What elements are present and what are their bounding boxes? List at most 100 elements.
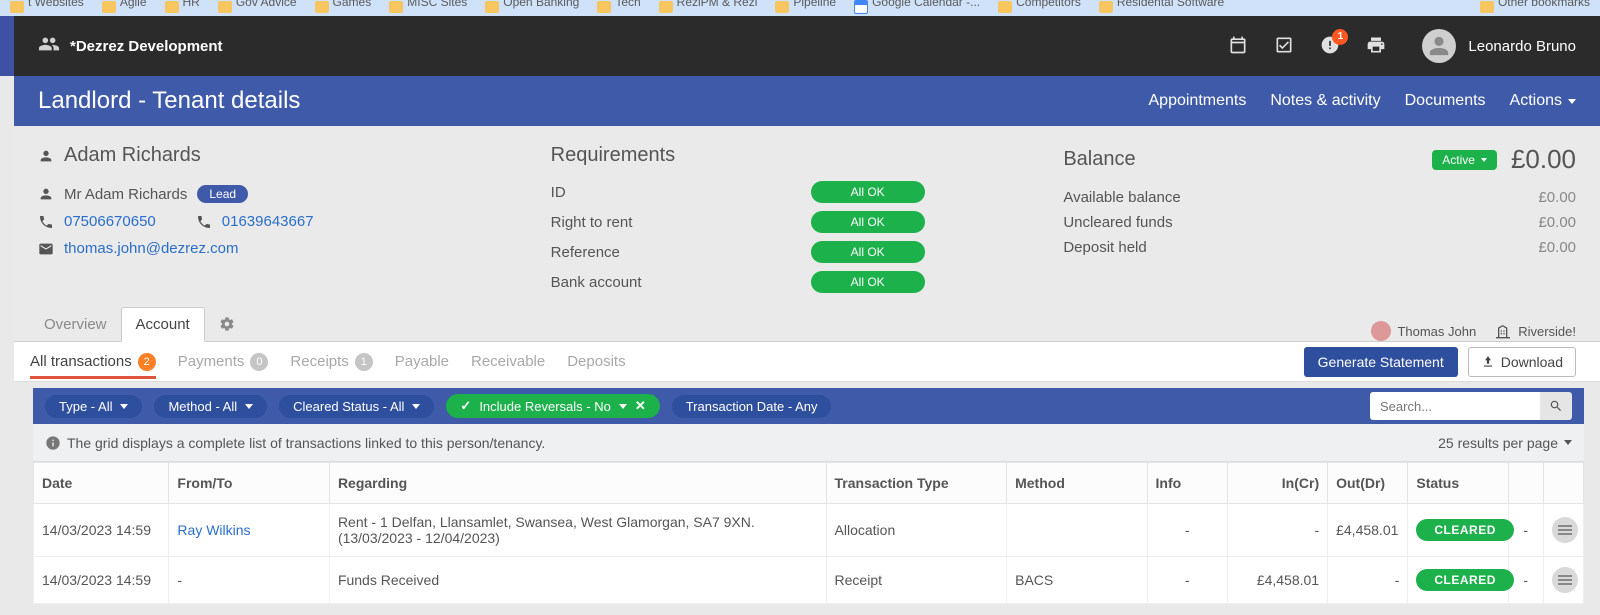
th-regarding[interactable]: Regarding: [329, 463, 826, 504]
balance-title: Balance: [1063, 148, 1432, 171]
page-title: Landlord - Tenant details: [38, 87, 300, 115]
folder-icon: [10, 1, 24, 13]
bookmarks-left: t Websites Agile HR Gov Advice Games MIS…: [10, 0, 1480, 14]
caret-down-icon: [412, 404, 420, 409]
filter-method[interactable]: Method - All: [154, 395, 267, 418]
req-status-button[interactable]: All OK: [811, 181, 925, 203]
brand[interactable]: *Dezrez Development: [38, 33, 223, 59]
bal-label: Deposit held: [1063, 239, 1538, 256]
subtab-payable[interactable]: Payable: [395, 345, 449, 378]
th-type[interactable]: Transaction Type: [826, 463, 1007, 504]
cell-info: -: [1147, 557, 1227, 604]
bookmark-item[interactable]: HR: [165, 0, 200, 14]
bookmark-item[interactable]: t Websites: [10, 0, 84, 14]
brand-title: *Dezrez Development: [70, 38, 223, 55]
documents-link[interactable]: Documents: [1405, 92, 1486, 110]
bookmark-other[interactable]: Other bookmarks: [1480, 0, 1590, 14]
tabs-right-info: Thomas John Riverside!: [1371, 321, 1576, 341]
info-panel: Adam Richards Mr Adam Richards Lead 0750…: [14, 126, 1600, 306]
count-badge: 1: [355, 353, 373, 371]
search-input[interactable]: [1370, 392, 1540, 420]
bookmark-item[interactable]: MISC Sites: [389, 0, 467, 14]
requirements-column: Requirements IDAll OK Right to rentAll O…: [551, 144, 1064, 296]
subtab-receivable[interactable]: Receivable: [471, 345, 545, 378]
caret-down-icon: [245, 404, 253, 409]
results-per-page[interactable]: 25 results per page: [1438, 435, 1572, 451]
assigned-office[interactable]: Riverside!: [1496, 323, 1576, 339]
bookmark-item[interactable]: Residental Software: [1099, 0, 1224, 14]
subtab-deposits[interactable]: Deposits: [567, 345, 625, 378]
phone1-link[interactable]: 07506670650: [64, 213, 156, 230]
subtab-payments[interactable]: Payments0: [178, 345, 269, 379]
generate-statement-button[interactable]: Generate Statement: [1304, 347, 1458, 377]
tab-overview[interactable]: Overview: [30, 308, 121, 341]
alerts-button[interactable]: 1: [1320, 35, 1340, 58]
grid-info-text: The grid displays a complete list of tra…: [67, 435, 545, 451]
tab-settings-button[interactable]: [211, 310, 243, 341]
req-status-button[interactable]: All OK: [811, 271, 925, 293]
bal-value: £0.00: [1538, 189, 1576, 206]
subtab-all-transactions[interactable]: All transactions2: [30, 345, 156, 379]
status-badge: CLEARED: [1416, 569, 1514, 591]
tasks-button[interactable]: [1274, 35, 1294, 58]
bookmark-item[interactable]: Pipeline: [775, 0, 836, 14]
filter-date[interactable]: Transaction Date - Any: [672, 395, 832, 418]
bookmark-item[interactable]: ReziPM & Rezi: [659, 0, 758, 14]
caret-down-icon: [120, 404, 128, 409]
notes-link[interactable]: Notes & activity: [1270, 92, 1380, 110]
bookmark-item[interactable]: Google Calendar -...: [854, 0, 980, 14]
download-button[interactable]: Download: [1468, 347, 1576, 377]
folder-icon: [102, 1, 116, 13]
calendar-button[interactable]: [1228, 35, 1248, 58]
status-pill[interactable]: Active: [1432, 150, 1497, 170]
row-menu-button[interactable]: [1552, 517, 1578, 543]
download-icon: [1481, 355, 1495, 369]
table-row: 14/03/2023 14:59 - Funds Received Receip…: [34, 557, 1584, 604]
th-out[interactable]: Out(Dr): [1328, 463, 1408, 504]
subtab-receipts[interactable]: Receipts1: [290, 345, 372, 379]
bookmark-item[interactable]: Gov Advice: [218, 0, 297, 14]
user-menu[interactable]: Leonardo Bruno: [1422, 29, 1576, 63]
bookmark-item[interactable]: Agile: [102, 0, 147, 14]
cell-out: £4,458.01: [1328, 504, 1408, 557]
th-method[interactable]: Method: [1007, 463, 1147, 504]
bal-label: Uncleared funds: [1063, 214, 1538, 231]
req-label: Reference: [551, 244, 811, 261]
assigned-user[interactable]: Thomas John: [1371, 321, 1476, 341]
close-icon[interactable]: ✕: [635, 398, 646, 414]
email-link[interactable]: thomas.john@dezrez.com: [64, 240, 238, 257]
bal-label: Available balance: [1063, 189, 1538, 206]
bookmark-item[interactable]: Games: [315, 0, 372, 14]
bookmark-item[interactable]: Open Banking: [485, 0, 579, 14]
phone2-link[interactable]: 01639643667: [222, 213, 314, 230]
filter-reversals[interactable]: ✓Include Reversals - No✕: [446, 394, 659, 418]
th-info[interactable]: Info: [1147, 463, 1227, 504]
count-badge: 0: [250, 353, 268, 371]
cell-out: -: [1328, 557, 1408, 604]
app-header: *Dezrez Development 1 Leonardo Bruno: [14, 16, 1600, 76]
th-in[interactable]: In(Cr): [1227, 463, 1327, 504]
contact-fullname: Mr Adam Richards: [64, 186, 187, 203]
req-status-button[interactable]: All OK: [811, 211, 925, 233]
row-menu-button[interactable]: [1552, 567, 1578, 593]
th-from[interactable]: From/To: [169, 463, 330, 504]
print-button[interactable]: [1366, 35, 1386, 58]
th-status[interactable]: Status: [1408, 463, 1508, 504]
search-button[interactable]: [1540, 392, 1572, 420]
folder-icon: [998, 1, 1012, 13]
filter-cleared[interactable]: Cleared Status - All: [279, 395, 434, 418]
th-date[interactable]: Date: [34, 463, 169, 504]
cell-from-link[interactable]: Ray Wilkins: [177, 522, 250, 538]
cell-in: £4,458.01: [1227, 557, 1327, 604]
req-label: Bank account: [551, 274, 811, 291]
notif-badge: 1: [1332, 29, 1348, 45]
cell-info: -: [1147, 504, 1227, 557]
envelope-icon: [38, 241, 54, 257]
bookmark-item[interactable]: Competitors: [998, 0, 1081, 14]
appointments-link[interactable]: Appointments: [1149, 92, 1247, 110]
filter-type[interactable]: Type - All: [45, 395, 142, 418]
actions-menu[interactable]: Actions: [1510, 92, 1576, 110]
tab-account[interactable]: Account: [121, 307, 205, 342]
bookmark-item[interactable]: Tech: [597, 0, 640, 14]
req-status-button[interactable]: All OK: [811, 241, 925, 263]
